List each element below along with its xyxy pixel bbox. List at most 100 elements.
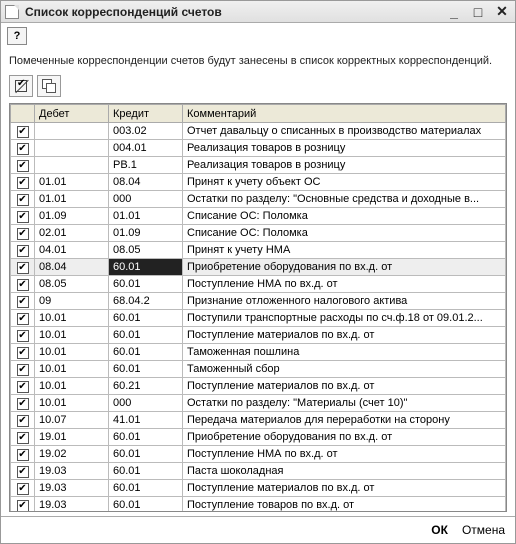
cell-credit[interactable]: 000 — [109, 395, 183, 412]
row-checkbox[interactable]: ✔ — [17, 245, 29, 257]
cell-credit[interactable]: 41.01 — [109, 412, 183, 429]
cancel-button[interactable]: Отмена — [462, 523, 505, 537]
cell-comment[interactable]: Отчет давальцу о списанных в производств… — [183, 123, 506, 140]
row-checkbox[interactable]: ✔ — [17, 432, 29, 444]
cell-comment[interactable]: Принят к учету НМА — [183, 242, 506, 259]
table-row[interactable]: ✔19.0360.01Паста шоколадная — [11, 463, 506, 480]
cell-comment[interactable]: Паста шоколадная — [183, 463, 506, 480]
cell-credit[interactable]: 60.01 — [109, 463, 183, 480]
cell-debit[interactable]: 10.07 — [35, 412, 109, 429]
cell-comment[interactable]: Остатки по разделу: "Основные средства и… — [183, 191, 506, 208]
cell-comment[interactable]: Реализация товаров в розницу — [183, 140, 506, 157]
cell-comment[interactable]: Реализация товаров в розницу — [183, 157, 506, 174]
col-checkbox[interactable] — [11, 105, 35, 123]
cell-debit[interactable]: 10.01 — [35, 395, 109, 412]
table-row[interactable]: ✔ 10.0741.01Передача материалов для перер… — [11, 412, 506, 429]
cell-credit[interactable]: 08.04 — [109, 174, 183, 191]
table-row[interactable]: ✔01.0901.01Списание ОС: Поломка — [11, 208, 506, 225]
table-row[interactable]: ✔19.0360.01Поступление материалов по вх.… — [11, 480, 506, 497]
cell-comment[interactable]: Принят к учету объект ОС — [183, 174, 506, 191]
close-button[interactable]: ✕ — [493, 4, 511, 20]
row-checkbox[interactable]: ✔ — [17, 160, 29, 172]
cell-credit[interactable]: 60.01 — [109, 259, 183, 276]
cell-debit[interactable]: 19.03 — [35, 497, 109, 512]
row-checkbox[interactable]: ✔ — [17, 126, 29, 138]
table-row[interactable]: ✔ 004.01Реализация товаров в розницу — [11, 140, 506, 157]
cell-credit[interactable]: 01.09 — [109, 225, 183, 242]
table-row[interactable]: ✔19.0360.01Поступление товаров по вх.д. … — [11, 497, 506, 512]
cell-credit[interactable]: 60.01 — [109, 361, 183, 378]
cell-credit[interactable]: 68.04.2 — [109, 293, 183, 310]
table-row[interactable]: ✔0968.04.2Признание отложенного налогово… — [11, 293, 506, 310]
cell-comment[interactable]: Поступление материалов по вх.д. от — [183, 327, 506, 344]
cell-debit[interactable]: 08.05 — [35, 276, 109, 293]
row-checkbox[interactable]: ✔ — [17, 449, 29, 461]
cell-credit[interactable]: 000 — [109, 191, 183, 208]
row-checkbox[interactable]: ✔ — [17, 415, 29, 427]
cell-credit[interactable]: 004.01 — [109, 140, 183, 157]
cell-comment[interactable]: Таможенный сбор — [183, 361, 506, 378]
help-button[interactable]: ? — [7, 27, 27, 45]
cell-comment[interactable]: Поступление НМА по вх.д. от — [183, 276, 506, 293]
table-row[interactable]: ✔ 10.0160.21Поступление материалов по вх.… — [11, 378, 506, 395]
cell-credit[interactable]: 08.05 — [109, 242, 183, 259]
cell-debit[interactable]: 10.01 — [35, 378, 109, 395]
cell-debit[interactable]: 01.01 — [35, 174, 109, 191]
cell-debit[interactable] — [35, 123, 109, 140]
cell-debit[interactable]: 10.01 — [35, 327, 109, 344]
table-row[interactable]: ✔01.01000Остатки по разделу: "Основные с… — [11, 191, 506, 208]
cell-comment[interactable]: Списание ОС: Поломка — [183, 225, 506, 242]
cell-comment[interactable]: Поступление материалов по вх.д. от — [183, 378, 506, 395]
row-checkbox[interactable]: ✔ — [17, 228, 29, 240]
cell-debit[interactable]: 19.03 — [35, 480, 109, 497]
table-row[interactable]: ✔10.0160.01Поступление материалов по вх.… — [11, 327, 506, 344]
table-row[interactable]: ✔10.01000Остатки по разделу: "Материалы … — [11, 395, 506, 412]
cell-credit[interactable]: 60.01 — [109, 276, 183, 293]
minimize-button[interactable]: _ — [445, 4, 463, 20]
table-row[interactable]: ✔10.0160.01Таможенный сбор — [11, 361, 506, 378]
cell-credit[interactable]: 60.01 — [109, 480, 183, 497]
row-checkbox[interactable]: ✔ — [17, 194, 29, 206]
row-checkbox[interactable]: ✔ — [17, 279, 29, 291]
table-row[interactable]: ✔02.0101.09Списание ОС: Поломка — [11, 225, 506, 242]
cell-comment[interactable]: Поступили транспортные расходы по сч.ф.1… — [183, 310, 506, 327]
maximize-button[interactable]: □ — [469, 4, 487, 20]
row-checkbox[interactable]: ✔ — [17, 364, 29, 376]
row-checkbox[interactable]: ✔ — [17, 466, 29, 478]
row-checkbox[interactable]: ✔ — [17, 483, 29, 495]
table-row[interactable]: ✔ 003.02Отчет давальцу о списанных в прои… — [11, 123, 506, 140]
cell-credit[interactable]: 01.01 — [109, 208, 183, 225]
cell-credit[interactable]: 60.01 — [109, 429, 183, 446]
cell-credit[interactable]: 60.21 — [109, 378, 183, 395]
row-checkbox[interactable]: ✔ — [17, 381, 29, 393]
cell-credit[interactable]: 003.02 — [109, 123, 183, 140]
table-row[interactable]: ✔04.0108.05Принят к учету НМА — [11, 242, 506, 259]
cell-comment[interactable]: Поступление товаров по вх.д. от — [183, 497, 506, 512]
table-row[interactable]: ✔ РВ.1Реализация товаров в розницу — [11, 157, 506, 174]
cell-credit[interactable]: РВ.1 — [109, 157, 183, 174]
row-checkbox[interactable]: ✔ — [17, 262, 29, 274]
row-checkbox[interactable]: ✔ — [17, 347, 29, 359]
cell-comment[interactable]: Признание отложенного налогового актива — [183, 293, 506, 310]
cell-credit[interactable]: 60.01 — [109, 497, 183, 512]
cell-credit[interactable]: 60.01 — [109, 327, 183, 344]
ok-button[interactable]: ОК — [431, 523, 448, 537]
row-checkbox[interactable]: ✔ — [17, 211, 29, 223]
cell-comment[interactable]: Передача материалов для переработки на с… — [183, 412, 506, 429]
cell-debit[interactable]: 09 — [35, 293, 109, 310]
cell-debit[interactable] — [35, 140, 109, 157]
cell-comment[interactable]: Приобретение оборудования по вх.д. от — [183, 429, 506, 446]
row-checkbox[interactable]: ✔ — [17, 398, 29, 410]
table-row[interactable]: ✔19.0260.01Поступление НМА по вх.д. от — [11, 446, 506, 463]
cell-debit[interactable] — [35, 157, 109, 174]
cell-debit[interactable]: 19.02 — [35, 446, 109, 463]
row-checkbox[interactable]: ✔ — [17, 143, 29, 155]
cell-debit[interactable]: 08.04 — [35, 259, 109, 276]
toggle-all-checks-button[interactable] — [9, 75, 33, 97]
cell-comment[interactable]: Таможенная пошлина — [183, 344, 506, 361]
col-debit[interactable]: Дебет — [35, 105, 109, 123]
cell-debit[interactable]: 10.01 — [35, 344, 109, 361]
table-row[interactable]: ✔10.0160.01Таможенная пошлина — [11, 344, 506, 361]
cell-comment[interactable]: Приобретение оборудования по вх.д. от — [183, 259, 506, 276]
cell-credit[interactable]: 60.01 — [109, 310, 183, 327]
